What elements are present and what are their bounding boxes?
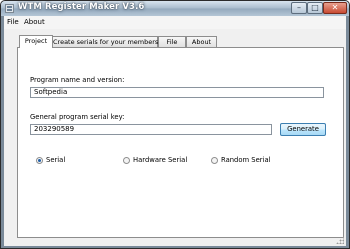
client-area: File About Project Create serials for yo… [4,16,346,246]
radio-hardware-serial-dot[interactable] [123,157,130,164]
radio-random-serial-dot[interactable] [211,157,218,164]
radio-serial-label: Serial [46,156,66,164]
radio-serial-dot[interactable] [36,157,43,164]
window-title: WTM Register Maker V3.6 [18,2,145,12]
tab-about[interactable]: About [186,36,217,47]
maximize-button[interactable]: □ [307,2,323,14]
project-tab-panel: Program name and version: Softpedia Gene… [17,47,344,238]
radio-random-serial-label: Random Serial [221,156,271,164]
minimize-button[interactable]: – [291,2,307,14]
app-icon [5,4,14,13]
radio-hardware-serial-label: Hardware Serial [133,156,188,164]
tab-file[interactable]: File [158,36,186,47]
menu-file[interactable]: File [7,18,19,26]
serial-key-label: General program serial key: [30,113,125,121]
title-bar[interactable]: WTM Register Maker V3.6 – □ ✕ [1,1,349,16]
app-window: WTM Register Maker V3.6 – □ ✕ File About… [0,0,350,249]
menu-about[interactable]: About [24,18,45,26]
generate-button[interactable]: Generate [280,123,326,136]
tab-project[interactable]: Project [19,35,53,48]
tab-create-serials[interactable]: Create serials for your members [52,36,158,47]
serial-key-input[interactable]: 203290589 [30,124,272,135]
close-button[interactable]: ✕ [323,2,347,14]
program-name-label: Program name and version: [30,76,125,84]
program-name-input[interactable]: Softpedia [30,87,324,98]
menu-bar: File About [4,16,346,29]
